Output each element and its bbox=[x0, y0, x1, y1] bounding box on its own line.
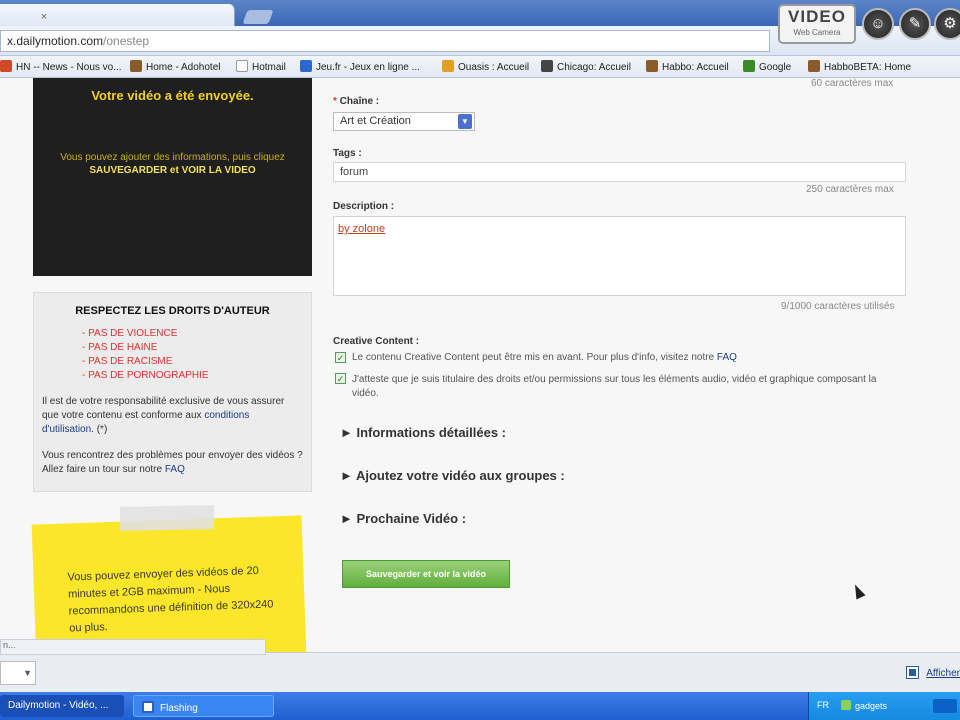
bookmark-item[interactable]: Home - Adohotel bbox=[130, 60, 221, 74]
url-input[interactable]: x.dailymotion.com/onestep bbox=[0, 30, 770, 52]
bookmark-item[interactable]: Jeu.fr - Jeux en ligne ... bbox=[300, 60, 420, 74]
url-domain: x.dailymotion.com bbox=[7, 34, 104, 48]
faq-link[interactable]: FAQ bbox=[165, 464, 185, 475]
mouse-cursor-icon bbox=[850, 582, 866, 600]
cc-featured-checkbox[interactable]: ✓ bbox=[335, 352, 346, 363]
responsibility-text: Il est de votre responsabilité exclusive… bbox=[42, 396, 285, 435]
downloads-icon bbox=[907, 667, 919, 678]
bookmark-item[interactable]: Ouasis : Accueil bbox=[442, 60, 529, 74]
tray-icons[interactable] bbox=[933, 699, 957, 713]
bookmark-favicon-icon bbox=[442, 60, 454, 72]
browser-status-bar: n... ▼ Afficher bbox=[0, 639, 960, 692]
cc-faq-link[interactable]: FAQ bbox=[717, 352, 737, 363]
creative-content-label: Creative Content : bbox=[333, 336, 420, 347]
new-tab-button[interactable] bbox=[242, 10, 274, 24]
tags-char-hint: 250 caractères max bbox=[806, 184, 894, 195]
zoom-dropdown[interactable]: ▼ bbox=[0, 661, 36, 685]
help-text: Vous rencontrez des problèmes pour envoy… bbox=[42, 450, 303, 475]
tags-label: Tags : bbox=[333, 148, 362, 159]
bookmark-favicon-icon bbox=[808, 60, 820, 72]
google-icon bbox=[743, 60, 755, 72]
description-textarea[interactable]: by zolone bbox=[333, 216, 906, 296]
gadgets-toolbar[interactable]: gadgets bbox=[841, 700, 887, 711]
show-all-downloads-link[interactable]: Afficher bbox=[907, 667, 960, 679]
description-label: Description : bbox=[333, 201, 395, 212]
copyright-rules-list: - PAS DE VIOLENCE - PAS DE HAINE - PAS D… bbox=[82, 327, 303, 383]
search-icon bbox=[541, 60, 553, 72]
description-char-hint: 9/1000 caractères utilisés bbox=[781, 301, 895, 312]
bookmark-item[interactable]: HN -- News - Nous vo... bbox=[0, 60, 122, 74]
copyright-heading: RESPECTEZ LES DROITS D'AUTEUR bbox=[75, 305, 270, 317]
bookmark-item[interactable]: Google bbox=[743, 60, 791, 74]
bookmark-favicon-icon bbox=[0, 60, 12, 72]
channel-label: * Chaîne : bbox=[333, 96, 380, 107]
bookmark-item[interactable]: Habbo: Accueil bbox=[646, 60, 729, 74]
window-icon bbox=[142, 701, 154, 713]
url-path: /onestep bbox=[103, 34, 150, 48]
logo-small-text: Web Camera bbox=[793, 28, 841, 37]
section-details-toggle[interactable]: ► Informations détaillées : bbox=[340, 425, 506, 440]
section-groups-toggle[interactable]: ► Ajoutez votre vidéo aux groupes : bbox=[340, 468, 565, 483]
chevron-down-icon: ▼ bbox=[458, 114, 472, 129]
tape-decoration bbox=[119, 505, 215, 531]
upload-title: Votre vidéo a été envoyée. bbox=[91, 88, 254, 103]
cc-rights-text: J'atteste que je suis titulaire des droi… bbox=[352, 374, 877, 399]
status-tip: n... bbox=[0, 639, 266, 655]
bookmark-favicon-icon bbox=[236, 60, 248, 72]
list-item: - PAS DE PORNOGRAPHIE bbox=[82, 370, 209, 381]
system-tray: FR gadgets bbox=[808, 692, 960, 720]
person-icon[interactable]: ☺ bbox=[862, 8, 894, 40]
section-next-video-toggle[interactable]: ► Prochaine Vidéo : bbox=[340, 511, 466, 526]
sticky-note-text: Vous pouvez envoyer des vidéos de 20 min… bbox=[67, 564, 274, 635]
bookmark-item[interactable]: Hotmail bbox=[236, 60, 286, 74]
browser-tab[interactable]: × bbox=[0, 4, 235, 26]
bookmarks-bar: HN -- News - Nous vo... Home - Adohotel … bbox=[0, 56, 960, 78]
gadgets-icon bbox=[841, 700, 851, 710]
sticky-note: Vous pouvez envoyer des vidéos de 20 min… bbox=[31, 515, 307, 652]
list-item: - PAS DE VIOLENCE bbox=[82, 328, 178, 339]
taskbar-item-dailymotion[interactable]: Dailymotion - Vidéo, ... bbox=[0, 695, 124, 717]
video-webcam-logo: VIDEO Web Camera bbox=[778, 4, 856, 44]
page-content: Votre vidéo a été envoyée. Vous pouvez a… bbox=[0, 78, 960, 652]
list-item: - PAS DE HAINE bbox=[82, 342, 158, 353]
list-item: - PAS DE RACISME bbox=[82, 356, 173, 367]
upload-confirmation-box: Votre vidéo a été envoyée. Vous pouvez a… bbox=[33, 78, 312, 276]
language-indicator[interactable]: FR bbox=[817, 700, 829, 710]
logo-big-text: VIDEO bbox=[788, 7, 846, 26]
title-char-hint: 60 caractères max bbox=[811, 78, 894, 89]
settings-icon[interactable]: ⚙ bbox=[934, 8, 960, 40]
copyright-notice: RESPECTEZ LES DROITS D'AUTEUR - PAS DE V… bbox=[33, 292, 312, 492]
bookmark-favicon-icon bbox=[130, 60, 142, 72]
tags-input[interactable]: forum bbox=[333, 162, 906, 182]
bookmark-item[interactable]: Chicago: Accueil bbox=[541, 60, 631, 74]
upload-message: Vous pouvez ajouter des informations, pu… bbox=[60, 152, 285, 163]
bookmark-item[interactable]: HabboBETA: Home bbox=[808, 60, 911, 74]
cc-featured-text: Le contenu Creative Content peut être mi… bbox=[352, 352, 737, 363]
bookmark-favicon-icon bbox=[646, 60, 658, 72]
channel-select[interactable]: Art et Création ▼ bbox=[333, 112, 475, 131]
bookmark-favicon-icon bbox=[300, 60, 312, 72]
upload-message-action: SAUVEGARDER et VOIR LA VIDEO bbox=[89, 165, 256, 176]
windows-taskbar: Dailymotion - Vidéo, ... Flashing FR gad… bbox=[0, 692, 960, 720]
cc-rights-checkbox[interactable]: ✓ bbox=[335, 373, 346, 384]
edit-icon[interactable]: ✎ bbox=[899, 8, 931, 40]
save-and-view-button[interactable]: Sauvegarder et voir la vidéo bbox=[342, 560, 510, 588]
taskbar-item-flashing[interactable]: Flashing bbox=[133, 695, 274, 717]
tab-close-icon[interactable]: × bbox=[38, 11, 50, 23]
